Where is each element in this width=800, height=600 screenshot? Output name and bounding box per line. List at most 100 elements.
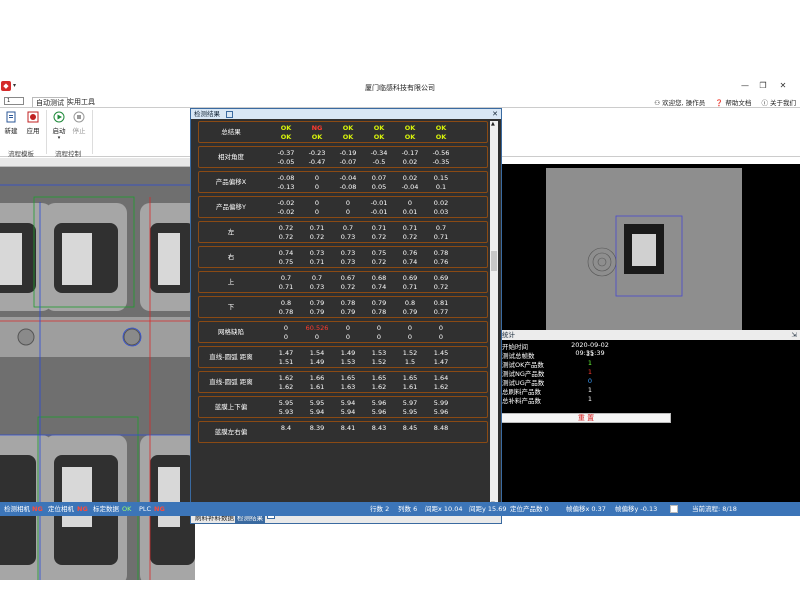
- result-value: -0.47: [308, 158, 326, 166]
- result-value: 0.79: [309, 308, 325, 316]
- result-value: 1.65: [402, 374, 418, 382]
- result-value: OK: [280, 124, 292, 132]
- scroll-up-icon[interactable]: ▲: [491, 121, 495, 127]
- quick-combo[interactable]: 1: [4, 97, 24, 105]
- apply-button[interactable]: 应用: [22, 111, 44, 135]
- stop-icon: [73, 111, 85, 123]
- menu-bar: 1 自动测试 实用工具 ⚇ 欢迎您, 操作员 ❓ 帮助文档 ⓘ 关于我们: [0, 96, 800, 108]
- close-button[interactable]: ✕: [776, 81, 790, 90]
- result-value: 8.41: [340, 424, 356, 432]
- plc-status: NG: [154, 505, 165, 513]
- results-dialog: 检测结果 ✕ 总结果 OK NG OK OK OK OK OK OK OK OK OK OK 相对角度…: [190, 108, 502, 524]
- result-row-label: 蓝膜左右偏: [214, 428, 248, 436]
- result-value: 0: [283, 324, 289, 332]
- result-row: 蓝膜左右偏 8.4 8.39 8.41 8.43 8.45 8.48: [198, 421, 488, 443]
- result-value: -0.17: [401, 149, 419, 157]
- result-value: 1.62: [278, 383, 294, 391]
- result-row: 相对角度 -0.37 -0.23 -0.19 -0.34 -0.17 -0.56 -0.05 -…: [198, 146, 488, 168]
- result-value: 1.47: [433, 358, 449, 366]
- result-value: 0.72: [278, 233, 294, 241]
- result-value: 1.49: [309, 358, 325, 366]
- plc-label: PLC: [139, 505, 152, 513]
- app-window: ◆ ▾ 厦门临感科技有限公司 — ❐ ✕ 1 自动测试 实用工具 ⚇ 欢迎您, 操…: [0, 78, 800, 580]
- pin-icon[interactable]: ⇲: [792, 330, 797, 340]
- result-value: -0.23: [308, 149, 326, 157]
- result-value: 5.96: [371, 399, 387, 407]
- results-title: 检测结果: [194, 110, 220, 118]
- result-value: 0: [407, 199, 413, 207]
- status-bar: 检测相机 NG 定位相机 NG 标定数据 OK PLC NG 行数 2 列数 6…: [0, 502, 800, 516]
- result-value: 0.02: [433, 199, 449, 207]
- result-value: 0.15: [433, 174, 449, 182]
- result-value: 5.93: [278, 408, 294, 416]
- about-link[interactable]: 关于我们: [770, 99, 796, 107]
- result-value: 0.8: [280, 299, 292, 307]
- result-value: 0: [345, 208, 351, 216]
- result-value: 0: [283, 333, 289, 341]
- result-value: 0.79: [340, 308, 356, 316]
- minimize-button[interactable]: —: [738, 81, 752, 90]
- result-value: 0.72: [278, 224, 294, 232]
- result-value: 1.53: [371, 349, 387, 357]
- result-value: 0: [314, 333, 320, 341]
- result-value: 0.7: [435, 224, 447, 232]
- calib-status: OK: [122, 505, 132, 513]
- positioning-camera-view[interactable]: [500, 164, 800, 334]
- results-title-bar: 检测结果 ✕: [191, 109, 501, 119]
- result-row: 产品偏移X -0.08 0 -0.04 0.07 0.02 0.15 -0.13 0 -0.08 0…: [198, 171, 488, 193]
- result-value: -0.07: [339, 158, 357, 166]
- result-value: -0.56: [432, 149, 450, 157]
- detection-camera-view[interactable]: [0, 167, 195, 580]
- result-value: 0.76: [433, 258, 449, 266]
- scroll-thumb[interactable]: [491, 251, 497, 271]
- result-value: 0.74: [371, 283, 387, 291]
- result-value: OK: [404, 124, 416, 132]
- result-row: 蓝膜上下偏 5.95 5.95 5.94 5.96 5.97 5.99 5.93 5.94 5.9…: [198, 396, 488, 418]
- result-value: 0.72: [402, 233, 418, 241]
- result-value: 8.43: [371, 424, 387, 432]
- result-row: 直线-圆弧 距离 1.47 1.54 1.49 1.53 1.52 1.45 1.51 1.49…: [198, 346, 488, 368]
- result-value: 5.95: [309, 399, 325, 407]
- result-value: 0: [438, 324, 444, 332]
- result-value: 0.78: [278, 308, 294, 316]
- results-close-button[interactable]: ✕: [492, 109, 498, 119]
- result-value: 0.71: [309, 224, 325, 232]
- results-scrollbar[interactable]: ▲ ▼: [490, 121, 498, 507]
- result-row-label: 产品偏移X: [215, 178, 247, 186]
- start-dropdown-arrow-icon[interactable]: ▾: [48, 135, 70, 141]
- result-value: -0.04: [401, 183, 419, 191]
- export-icon[interactable]: [670, 505, 678, 513]
- result-value: 5.94: [340, 408, 356, 416]
- result-value: 1.64: [433, 374, 449, 382]
- restore-button[interactable]: ❐: [756, 81, 770, 90]
- result-value: 0.73: [340, 258, 356, 266]
- result-value: -0.5: [372, 158, 386, 166]
- result-value: 5.96: [371, 408, 387, 416]
- ribbon-separator: [46, 110, 47, 154]
- result-value: 0: [407, 324, 413, 332]
- statistics-title: 统计 ⇲: [500, 330, 800, 340]
- result-value: 5.95: [402, 408, 418, 416]
- result-value: -0.05: [277, 158, 295, 166]
- result-value: 1.61: [309, 383, 325, 391]
- new-button[interactable]: 新建: [0, 111, 22, 135]
- summary-row: 总结果 OK NG OK OK OK OK OK OK OK OK OK OK: [198, 121, 488, 143]
- result-value: OK: [311, 133, 323, 141]
- result-value: 0.73: [340, 249, 356, 257]
- result-value: 0.7: [311, 274, 323, 282]
- pos-product-count: 定位产品数 0: [510, 505, 549, 513]
- tab-utilities[interactable]: 实用工具: [64, 97, 98, 107]
- result-value: 1.61: [402, 383, 418, 391]
- dock-icon[interactable]: [226, 110, 234, 118]
- stat-value: 1: [587, 386, 593, 394]
- result-value: 5.94: [309, 408, 325, 416]
- start-button[interactable]: 启动 ▾: [48, 111, 70, 141]
- result-row-label: 蓝膜上下偏: [214, 403, 248, 411]
- result-value: 5.96: [433, 408, 449, 416]
- result-value: -0.01: [370, 199, 388, 207]
- reset-button[interactable]: 重 置: [501, 413, 671, 423]
- help-link[interactable]: 帮助文档: [725, 99, 751, 107]
- stop-button[interactable]: 停止: [68, 111, 90, 135]
- group-label-template: 流程模板: [8, 150, 34, 158]
- result-value: OK: [373, 133, 385, 141]
